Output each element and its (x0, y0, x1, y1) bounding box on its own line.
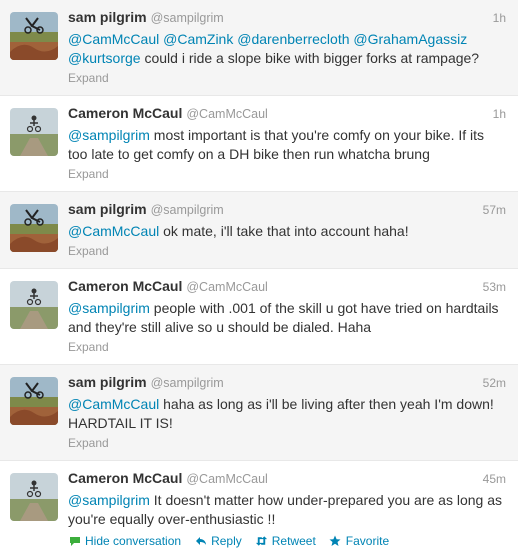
avatar[interactable] (10, 204, 58, 252)
tweet[interactable]: sam pilgrim @sampilgrim 57m @CamMcCaul o… (0, 192, 518, 269)
timestamp[interactable]: 52m (483, 376, 506, 390)
reply-icon (194, 535, 207, 547)
tweet-body: ok mate, i'll take that into account hah… (163, 223, 409, 239)
avatar[interactable] (10, 473, 58, 521)
author-handle[interactable]: @sampilgrim (151, 203, 224, 217)
favorite-label: Favorite (345, 534, 390, 548)
mention-link[interactable]: @GrahamAgassiz (353, 31, 467, 47)
timestamp[interactable]: 1h (493, 11, 506, 25)
author-name[interactable]: sam pilgrim (68, 374, 147, 390)
hide-conversation-button[interactable]: Hide conversation (68, 534, 181, 548)
mention-link[interactable]: @sampilgrim (68, 300, 150, 316)
mention-link[interactable]: @sampilgrim (68, 127, 150, 143)
avatar[interactable] (10, 281, 58, 329)
timestamp[interactable]: 45m (483, 472, 506, 486)
star-icon (329, 535, 342, 547)
mention-link[interactable]: @sampilgrim (68, 492, 150, 508)
expand-link[interactable]: Expand (68, 71, 506, 87)
author-name[interactable]: sam pilgrim (68, 201, 147, 217)
timestamp[interactable]: 53m (483, 280, 506, 294)
hide-conversation-label: Hide conversation (85, 534, 182, 548)
reply-label: Reply (211, 534, 242, 548)
reply-button[interactable]: Reply (194, 534, 242, 548)
retweet-button[interactable]: Retweet (255, 534, 316, 548)
author-name[interactable]: sam pilgrim (68, 9, 147, 25)
speech-bubble-icon (68, 535, 81, 547)
tweet-text: @sampilgrim It doesn't matter how under-… (68, 491, 506, 529)
expand-link[interactable]: Expand (68, 340, 506, 356)
tweet-actions: Hide conversation Reply Retweet Favorite (68, 533, 506, 549)
author-handle[interactable]: @CamMcCaul (186, 107, 267, 121)
avatar[interactable] (10, 108, 58, 156)
tweet-body: could i ride a slope bike with bigger fo… (144, 50, 480, 66)
timestamp[interactable]: 57m (483, 203, 506, 217)
tweet[interactable]: sam pilgrim @sampilgrim 1h @CamMcCaul @C… (0, 0, 518, 96)
mention-link[interactable]: @CamMcCaul (68, 223, 159, 239)
expand-link[interactable]: Expand (68, 167, 506, 183)
retweet-icon (255, 535, 268, 547)
mention-link[interactable]: @CamMcCaul (68, 31, 159, 47)
author-handle[interactable]: @CamMcCaul (186, 280, 267, 294)
mention-link[interactable]: @kurtsorge (68, 50, 141, 66)
author-handle[interactable]: @sampilgrim (151, 376, 224, 390)
tweet-header: Cameron McCaul @CamMcCaul (68, 105, 506, 123)
tweet-header: sam pilgrim @sampilgrim (68, 9, 506, 27)
author-name[interactable]: Cameron McCaul (68, 470, 182, 486)
avatar[interactable] (10, 377, 58, 425)
author-name[interactable]: Cameron McCaul (68, 278, 182, 294)
tweet[interactable]: Cameron McCaul @CamMcCaul 1h @sampilgrim… (0, 96, 518, 192)
tweet-header: Cameron McCaul @CamMcCaul (68, 278, 506, 296)
author-handle[interactable]: @sampilgrim (151, 11, 224, 25)
tweet-text: @sampilgrim people with .001 of the skil… (68, 299, 506, 337)
tweet-header: sam pilgrim @sampilgrim (68, 201, 506, 219)
tweet-text: @sampilgrim most important is that you'r… (68, 126, 506, 164)
tweet-text: @CamMcCaul @CamZink @darenberrecloth @Gr… (68, 30, 506, 68)
avatar[interactable] (10, 12, 58, 60)
author-name[interactable]: Cameron McCaul (68, 105, 182, 121)
tweet[interactable]: Cameron McCaul @CamMcCaul 53m @sampilgri… (0, 269, 518, 365)
tweet-text: @CamMcCaul haha as long as i'll be livin… (68, 395, 506, 433)
tweet[interactable]: Cameron McCaul @CamMcCaul 45m @sampilgri… (0, 461, 518, 551)
mention-link[interactable]: @CamMcCaul (68, 396, 159, 412)
tweet-timeline: sam pilgrim @sampilgrim 1h @CamMcCaul @C… (0, 0, 518, 551)
author-handle[interactable]: @CamMcCaul (186, 472, 267, 486)
mention-link[interactable]: @CamZink (163, 31, 233, 47)
tweet-header: Cameron McCaul @CamMcCaul (68, 470, 506, 488)
mention-link[interactable]: @darenberrecloth (237, 31, 349, 47)
timestamp[interactable]: 1h (493, 107, 506, 121)
favorite-button[interactable]: Favorite (329, 534, 389, 548)
tweet-text: @CamMcCaul ok mate, i'll take that into … (68, 222, 506, 241)
retweet-label: Retweet (271, 534, 316, 548)
expand-link[interactable]: Expand (68, 244, 506, 260)
expand-link[interactable]: Expand (68, 436, 506, 452)
tweet-header: sam pilgrim @sampilgrim (68, 374, 506, 392)
tweet[interactable]: sam pilgrim @sampilgrim 52m @CamMcCaul h… (0, 365, 518, 461)
